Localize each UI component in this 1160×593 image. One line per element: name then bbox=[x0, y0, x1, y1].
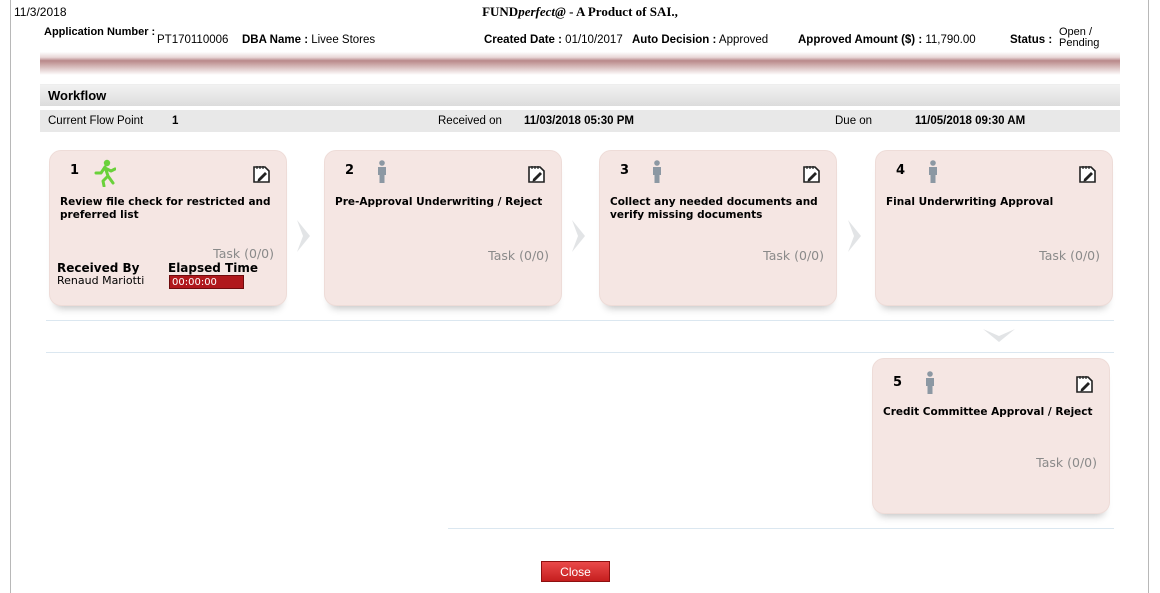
chevron-down-icon bbox=[983, 329, 1015, 342]
created-value: 01/10/2017 bbox=[565, 34, 623, 46]
task-count[interactable]: Task (0/0) bbox=[763, 248, 824, 263]
running-person-icon bbox=[94, 159, 116, 187]
standing-person-icon bbox=[929, 160, 937, 183]
created-label: Created Date : bbox=[484, 34, 562, 46]
task-count[interactable]: Task (0/0) bbox=[1039, 248, 1100, 263]
received-by-value: Renaud Mariotti bbox=[57, 274, 145, 287]
application-number-value: PT170110006 bbox=[157, 34, 229, 46]
edit-note-icon[interactable] bbox=[800, 163, 822, 185]
task-count[interactable]: Task (0/0) bbox=[1036, 455, 1097, 470]
received-by-label: Received By bbox=[57, 261, 140, 275]
step-number: 3 bbox=[620, 163, 630, 178]
approved-value: 11,790.00 bbox=[925, 34, 976, 46]
standing-person-icon bbox=[378, 160, 386, 183]
status-label: Status : bbox=[1010, 34, 1053, 46]
workflow-step-1[interactable]: 1 Review file check for restricted and p… bbox=[49, 150, 287, 306]
status-value: Open / Pending bbox=[1059, 26, 1100, 49]
row-divider bbox=[448, 528, 1114, 529]
step-name: Final Underwriting Approval bbox=[886, 196, 1054, 208]
chevron-right-icon bbox=[297, 220, 310, 252]
workflow-step-3[interactable]: 3 Collect any needed documents and verif… bbox=[599, 150, 837, 306]
chevron-right-icon bbox=[572, 220, 585, 252]
standing-person-icon bbox=[653, 160, 661, 183]
workflow-step-5[interactable]: 5 Credit Committee Approval / Reject Tas… bbox=[872, 358, 1110, 514]
dba-name: DBA Name : Livee Stores bbox=[242, 34, 375, 46]
row-divider bbox=[46, 320, 1114, 321]
dba-value: Livee Stores bbox=[311, 34, 376, 46]
close-button[interactable]: Close bbox=[541, 561, 610, 582]
chevron-right-icon bbox=[848, 220, 861, 252]
step-name: Credit Committee Approval / Reject bbox=[883, 406, 1093, 418]
step-name: Collect any needed documents and verify … bbox=[610, 196, 818, 221]
elapsed-time-value: 00:00:00 bbox=[169, 275, 244, 289]
row-divider bbox=[46, 352, 1114, 353]
step-name: Pre-Approval Underwriting / Reject bbox=[335, 196, 543, 208]
step-number: 5 bbox=[893, 375, 903, 390]
standing-person-icon bbox=[926, 371, 934, 394]
task-count[interactable]: Task (0/0) bbox=[488, 248, 549, 263]
decision-value: Approved bbox=[718, 34, 769, 46]
current-flow-label: Current Flow Point bbox=[48, 115, 144, 127]
page-title: FUNDperfect@ - A Product of SAI., bbox=[0, 4, 1160, 20]
workflow-header: Workflow bbox=[40, 84, 1120, 106]
due-on-value: 11/05/2018 09:30 AM bbox=[915, 115, 1026, 127]
received-on-value: 11/03/2018 05:30 PM bbox=[524, 115, 634, 127]
edit-note-icon[interactable] bbox=[1076, 163, 1098, 185]
elapsed-time-label: Elapsed Time bbox=[168, 261, 258, 275]
workflow-step-2[interactable]: 2 Pre-Approval Underwriting / Reject Tas… bbox=[324, 150, 562, 306]
title-suffix: - A Product of SAI., bbox=[565, 4, 678, 19]
workflow-step-4[interactable]: 4 Final Underwriting Approval Task (0/0) bbox=[875, 150, 1113, 306]
title-prefix: FUND bbox=[482, 4, 519, 19]
approved-amount: Approved Amount ($) : 11,790.00 bbox=[798, 34, 976, 46]
approved-label: Approved Amount ($) : bbox=[798, 34, 923, 46]
step-name: Review file check for restricted and pre… bbox=[60, 196, 271, 221]
due-on-label: Due on bbox=[835, 115, 873, 127]
current-flow-value: 1 bbox=[172, 115, 179, 127]
task-count[interactable]: Task (0/0) bbox=[213, 246, 274, 261]
edit-note-icon[interactable] bbox=[250, 163, 272, 185]
dba-label: DBA Name : bbox=[242, 34, 309, 46]
application-info-bar: Application Number : PT170110006 DBA Nam… bbox=[40, 20, 1120, 75]
created-date: Created Date : 01/10/2017 bbox=[484, 34, 623, 46]
received-on-label: Received on bbox=[438, 115, 502, 127]
flow-info-bar: Current Flow Point 1 Received on 11/03/2… bbox=[40, 110, 1120, 132]
step-number: 4 bbox=[896, 163, 906, 178]
application-number-label: Application Number : bbox=[44, 26, 156, 38]
edit-note-icon[interactable] bbox=[525, 163, 547, 185]
decision-label: Auto Decision : bbox=[632, 34, 717, 46]
edit-note-icon[interactable] bbox=[1073, 373, 1095, 395]
step-number: 2 bbox=[345, 163, 355, 178]
auto-decision: Auto Decision : Approved bbox=[632, 34, 768, 46]
step-number: 1 bbox=[70, 163, 80, 178]
title-italic: perfect@ bbox=[518, 4, 566, 19]
